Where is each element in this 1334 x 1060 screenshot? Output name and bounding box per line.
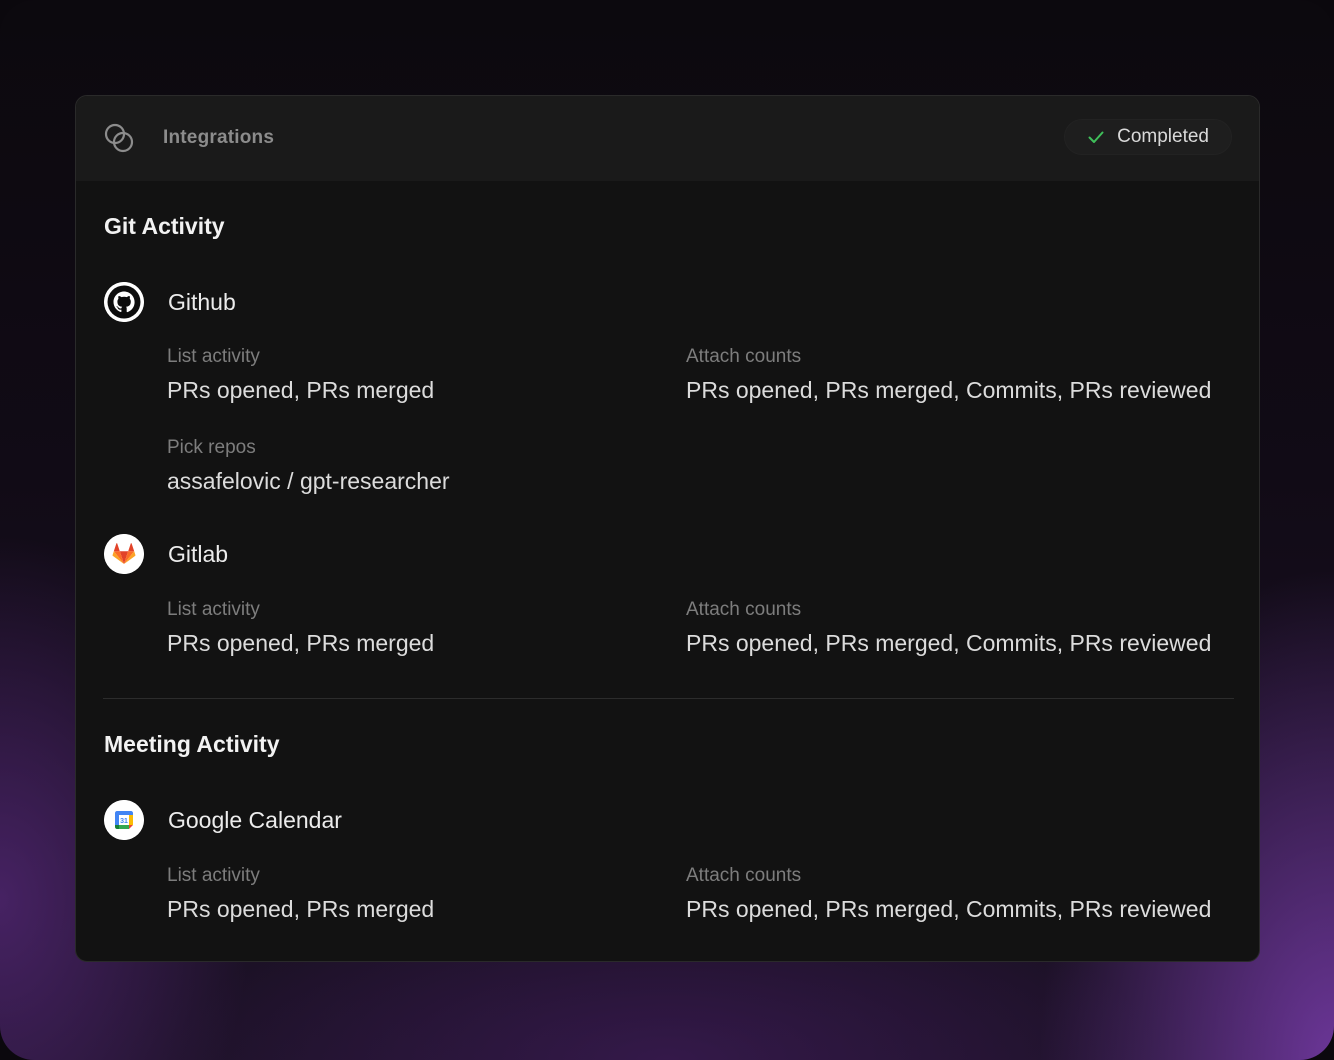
- field-value: PRs opened, PRs merged, Commits, PRs rev…: [686, 630, 1212, 656]
- status-badge: Completed: [1064, 119, 1232, 155]
- service-name-github: Github: [168, 288, 236, 315]
- gitlab-icon: [104, 534, 144, 574]
- section-title-meeting-activity: Meeting Activity: [104, 731, 280, 757]
- field-value: PRs opened, PRs merged: [167, 896, 435, 922]
- section-divider: [103, 698, 1234, 699]
- section-title-git-activity: Git Activity: [104, 213, 225, 239]
- field-value: PRs opened, PRs merged: [167, 377, 435, 403]
- status-label: Completed: [1117, 126, 1209, 147]
- card-header: Integrations Completed: [76, 96, 1259, 181]
- field-label: Attach counts: [686, 599, 802, 620]
- service-name-gitlab: Gitlab: [168, 540, 229, 567]
- header-title: Integrations: [163, 127, 275, 148]
- check-icon: [1088, 131, 1104, 143]
- field-label: Pick repos: [167, 437, 256, 458]
- gitlab-attach-counts: Attach counts PRs opened, PRs merged, Co…: [686, 599, 1211, 657]
- google-calendar-attach-counts: Attach counts PRs opened, PRs merged, Co…: [686, 865, 1211, 923]
- field-label: Attach counts: [686, 346, 802, 367]
- field-label: Attach counts: [686, 865, 802, 886]
- field-value: PRs opened, PRs merged: [167, 630, 435, 656]
- field-label: List activity: [167, 865, 260, 886]
- integrations-icon: [104, 123, 134, 153]
- service-name-google-calendar: Google Calendar: [168, 806, 342, 833]
- gitlab-list-activity: List activity PRs opened, PRs merged: [167, 599, 434, 657]
- github-attach-counts: Attach counts PRs opened, PRs merged, Co…: [686, 346, 1211, 404]
- github-pick-repos: Pick repos assafelovic / gpt-researcher: [167, 437, 450, 495]
- calendar-day-text: 31: [120, 818, 128, 825]
- field-value: PRs opened, PRs merged, Commits, PRs rev…: [686, 377, 1212, 403]
- field-label: List activity: [167, 599, 260, 620]
- github-icon: [104, 282, 144, 322]
- service-github: Github: [104, 281, 236, 323]
- field-label: List activity: [167, 346, 260, 367]
- github-list-activity: List activity PRs opened, PRs merged: [167, 346, 434, 404]
- google-calendar-list-activity: List activity PRs opened, PRs merged: [167, 865, 434, 923]
- google-calendar-icon: 31: [104, 800, 144, 840]
- field-value: PRs opened, PRs merged, Commits, PRs rev…: [686, 896, 1212, 922]
- service-google-calendar: 31 Google Calendar: [104, 799, 342, 841]
- integrations-card: Integrations Completed Git Activity Gith…: [75, 95, 1260, 962]
- field-value: assafelovic / gpt-researcher: [167, 468, 450, 494]
- service-gitlab: Gitlab: [104, 533, 228, 575]
